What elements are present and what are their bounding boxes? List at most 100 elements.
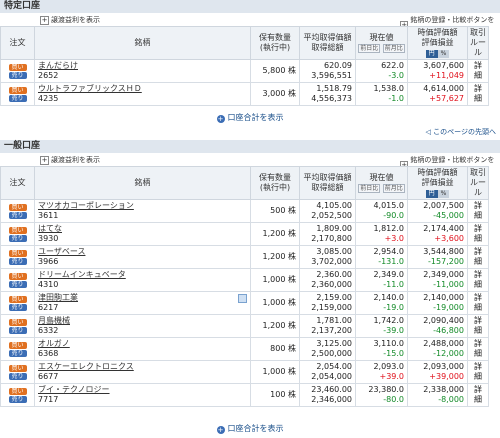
price-cell: 4,015.0 -90.0 bbox=[355, 199, 408, 223]
value-cell: 2,007,500 -45,000 bbox=[407, 199, 468, 223]
price-cell: 23,380.0 -80.0 bbox=[355, 383, 408, 407]
pct-toggle[interactable]: % bbox=[437, 50, 450, 58]
buy-button[interactable]: 買い bbox=[8, 63, 27, 71]
day-change-button[interactable]: 前日比 bbox=[358, 184, 381, 193]
value-cell: 2,174,400 +3,600 bbox=[407, 222, 468, 246]
show-fee-toggle[interactable]: + 譲渡益利を表示 bbox=[40, 155, 100, 165]
buy-button[interactable]: 買い bbox=[8, 272, 27, 280]
header-trade: 取引 ルール bbox=[467, 26, 489, 60]
order-cell: 買い 売り bbox=[0, 383, 35, 407]
avg-cell: 3,125.00 2,500,000 bbox=[299, 337, 356, 361]
stock-name-link[interactable]: マツオカコーポレーション bbox=[38, 201, 247, 211]
sell-button[interactable]: 売り bbox=[8, 257, 27, 265]
stock-name-link[interactable]: オルガノ bbox=[38, 339, 247, 349]
buy-button[interactable]: 買い bbox=[8, 318, 27, 326]
sell-button[interactable]: 売り bbox=[8, 395, 27, 403]
stock-name-link[interactable]: 月島機械 bbox=[38, 316, 247, 326]
buy-button[interactable]: 買い bbox=[8, 341, 27, 349]
sell-button[interactable]: 売り bbox=[8, 234, 27, 242]
stock-cell: エスケーエレクトロニクス 6677 bbox=[34, 360, 251, 384]
buy-button[interactable]: 買い bbox=[8, 86, 27, 94]
detail-link[interactable]: 詳細 bbox=[467, 59, 489, 83]
stock-name-link[interactable]: ドリームインキュベータ bbox=[38, 270, 247, 280]
detail-link[interactable]: 詳細 bbox=[467, 337, 489, 361]
detail-link[interactable]: 詳細 bbox=[467, 268, 489, 292]
yen-toggle[interactable]: 円 bbox=[425, 50, 438, 58]
stock-name-link[interactable]: まんだらけ bbox=[38, 61, 247, 71]
tokutei-total-link[interactable]: + 口座合計を表示 bbox=[0, 112, 500, 124]
ippan-table: 注文 銘柄 保有数量 (執行中) 平均取得価額 取得総額 現在値 前日比 前月比 時… bbox=[0, 166, 500, 407]
buy-button[interactable]: 買い bbox=[8, 226, 27, 234]
avg-cell: 1,809.00 2,170,800 bbox=[299, 222, 356, 246]
show-fee-toggle[interactable]: + 譲渡益利を表示 bbox=[40, 15, 100, 25]
month-change-button[interactable]: 前月比 bbox=[382, 184, 405, 193]
detail-link[interactable]: 詳細 bbox=[467, 82, 489, 106]
value-cell: 3,544,800 -157,200 bbox=[407, 245, 468, 269]
stock-cell: オルガノ 6368 bbox=[34, 337, 251, 361]
pct-toggle[interactable]: % bbox=[437, 190, 450, 198]
qty-cell: 1,000 株 bbox=[250, 291, 300, 315]
stock-name-link[interactable]: 津田駒工業 bbox=[38, 293, 247, 303]
table-row: 買い 売り オルガノ 6368 800 株 3,125.00 2,500,000 3,110.… bbox=[0, 337, 500, 361]
buy-button[interactable]: 買い bbox=[8, 203, 27, 211]
sell-button[interactable]: 売り bbox=[8, 326, 27, 334]
stock-name-link[interactable]: エスケーエレクトロニクス bbox=[38, 362, 247, 372]
avg-cell: 4,105.00 2,052,500 bbox=[299, 199, 356, 223]
sell-button[interactable]: 売り bbox=[8, 303, 27, 311]
avg-cell: 2,159.00 2,159,000 bbox=[299, 291, 356, 315]
buy-button[interactable]: 買い bbox=[8, 249, 27, 257]
section-title-ippan: 一般口座 bbox=[0, 140, 500, 153]
table-row: 買い 売り ドリームインキュベータ 4310 1,000 株 2,360.00 2,360,… bbox=[0, 268, 500, 292]
buy-button[interactable]: 買い bbox=[8, 364, 27, 372]
detail-link[interactable]: 詳細 bbox=[467, 360, 489, 384]
header-name: 銘柄 bbox=[34, 166, 251, 200]
ippan-total-link[interactable]: + 口座合計を表示 bbox=[0, 423, 500, 435]
header-order: 注文 bbox=[0, 26, 35, 60]
price-cell: 1,742.0 -39.0 bbox=[355, 314, 408, 338]
stock-cell: はてな 3930 bbox=[34, 222, 251, 246]
buy-button[interactable]: 買い bbox=[8, 387, 27, 395]
page-top-link[interactable]: ◁ このページの先頭へ bbox=[426, 127, 496, 137]
qty-cell: 100 株 bbox=[250, 383, 300, 407]
detail-link[interactable]: 詳細 bbox=[467, 199, 489, 223]
table-row: 買い 売り ウルトラファブリックスＨＤ 4235 3,000 株 1,518.79 4,55… bbox=[0, 82, 500, 106]
table-row: 買い 売り ユーザベース 3966 1,200 株 3,085.00 3,702,000 2,… bbox=[0, 245, 500, 269]
sell-button[interactable]: 売り bbox=[8, 211, 27, 219]
detail-link[interactable]: 詳細 bbox=[467, 222, 489, 246]
plus-circle-icon: + bbox=[216, 426, 225, 434]
value-cell: 2,140,000 -19,000 bbox=[407, 291, 468, 315]
sell-button[interactable]: 売り bbox=[8, 71, 27, 79]
detail-link[interactable]: 詳細 bbox=[467, 291, 489, 315]
sell-button[interactable]: 売り bbox=[8, 94, 27, 102]
sell-button[interactable]: 売り bbox=[8, 372, 27, 380]
stock-code: 2652 bbox=[38, 71, 59, 80]
header-order: 注文 bbox=[0, 166, 35, 200]
day-change-button[interactable]: 前日比 bbox=[358, 44, 381, 53]
memo-icon[interactable] bbox=[238, 294, 247, 303]
expand-icon: + bbox=[40, 15, 49, 25]
sell-button[interactable]: 売り bbox=[8, 349, 27, 357]
stock-name-link[interactable]: ブイ・テクノロジー bbox=[38, 385, 247, 395]
stock-name-link[interactable]: はてな bbox=[38, 224, 247, 234]
qty-cell: 3,000 株 bbox=[250, 82, 300, 106]
value-cell: 2,090,400 -46,800 bbox=[407, 314, 468, 338]
show-fee-label: 譲渡益利を表示 bbox=[51, 156, 100, 164]
price-cell: 2,093.0 +39.0 bbox=[355, 360, 408, 384]
stock-name-link[interactable]: ウルトラファブリックスＨＤ bbox=[38, 84, 247, 94]
detail-link[interactable]: 詳細 bbox=[467, 245, 489, 269]
header-value: 時価評価額 評価損益 円% bbox=[407, 26, 468, 60]
month-change-button[interactable]: 前月比 bbox=[382, 44, 405, 53]
buy-button[interactable]: 買い bbox=[8, 295, 27, 303]
qty-cell: 1,200 株 bbox=[250, 245, 300, 269]
sell-button[interactable]: 売り bbox=[8, 280, 27, 288]
price-cell: 2,954.0 -131.0 bbox=[355, 245, 408, 269]
avg-cell: 3,085.00 3,702,000 bbox=[299, 245, 356, 269]
detail-link[interactable]: 詳細 bbox=[467, 383, 489, 407]
value-cell: 2,488,000 -12,000 bbox=[407, 337, 468, 361]
yen-toggle[interactable]: 円 bbox=[425, 190, 438, 198]
price-cell: 2,140.0 -19.0 bbox=[355, 291, 408, 315]
detail-link[interactable]: 詳細 bbox=[467, 314, 489, 338]
header-qty: 保有数量 (執行中) bbox=[250, 166, 300, 200]
stock-code: 4235 bbox=[38, 94, 59, 103]
stock-name-link[interactable]: ユーザベース bbox=[38, 247, 247, 257]
